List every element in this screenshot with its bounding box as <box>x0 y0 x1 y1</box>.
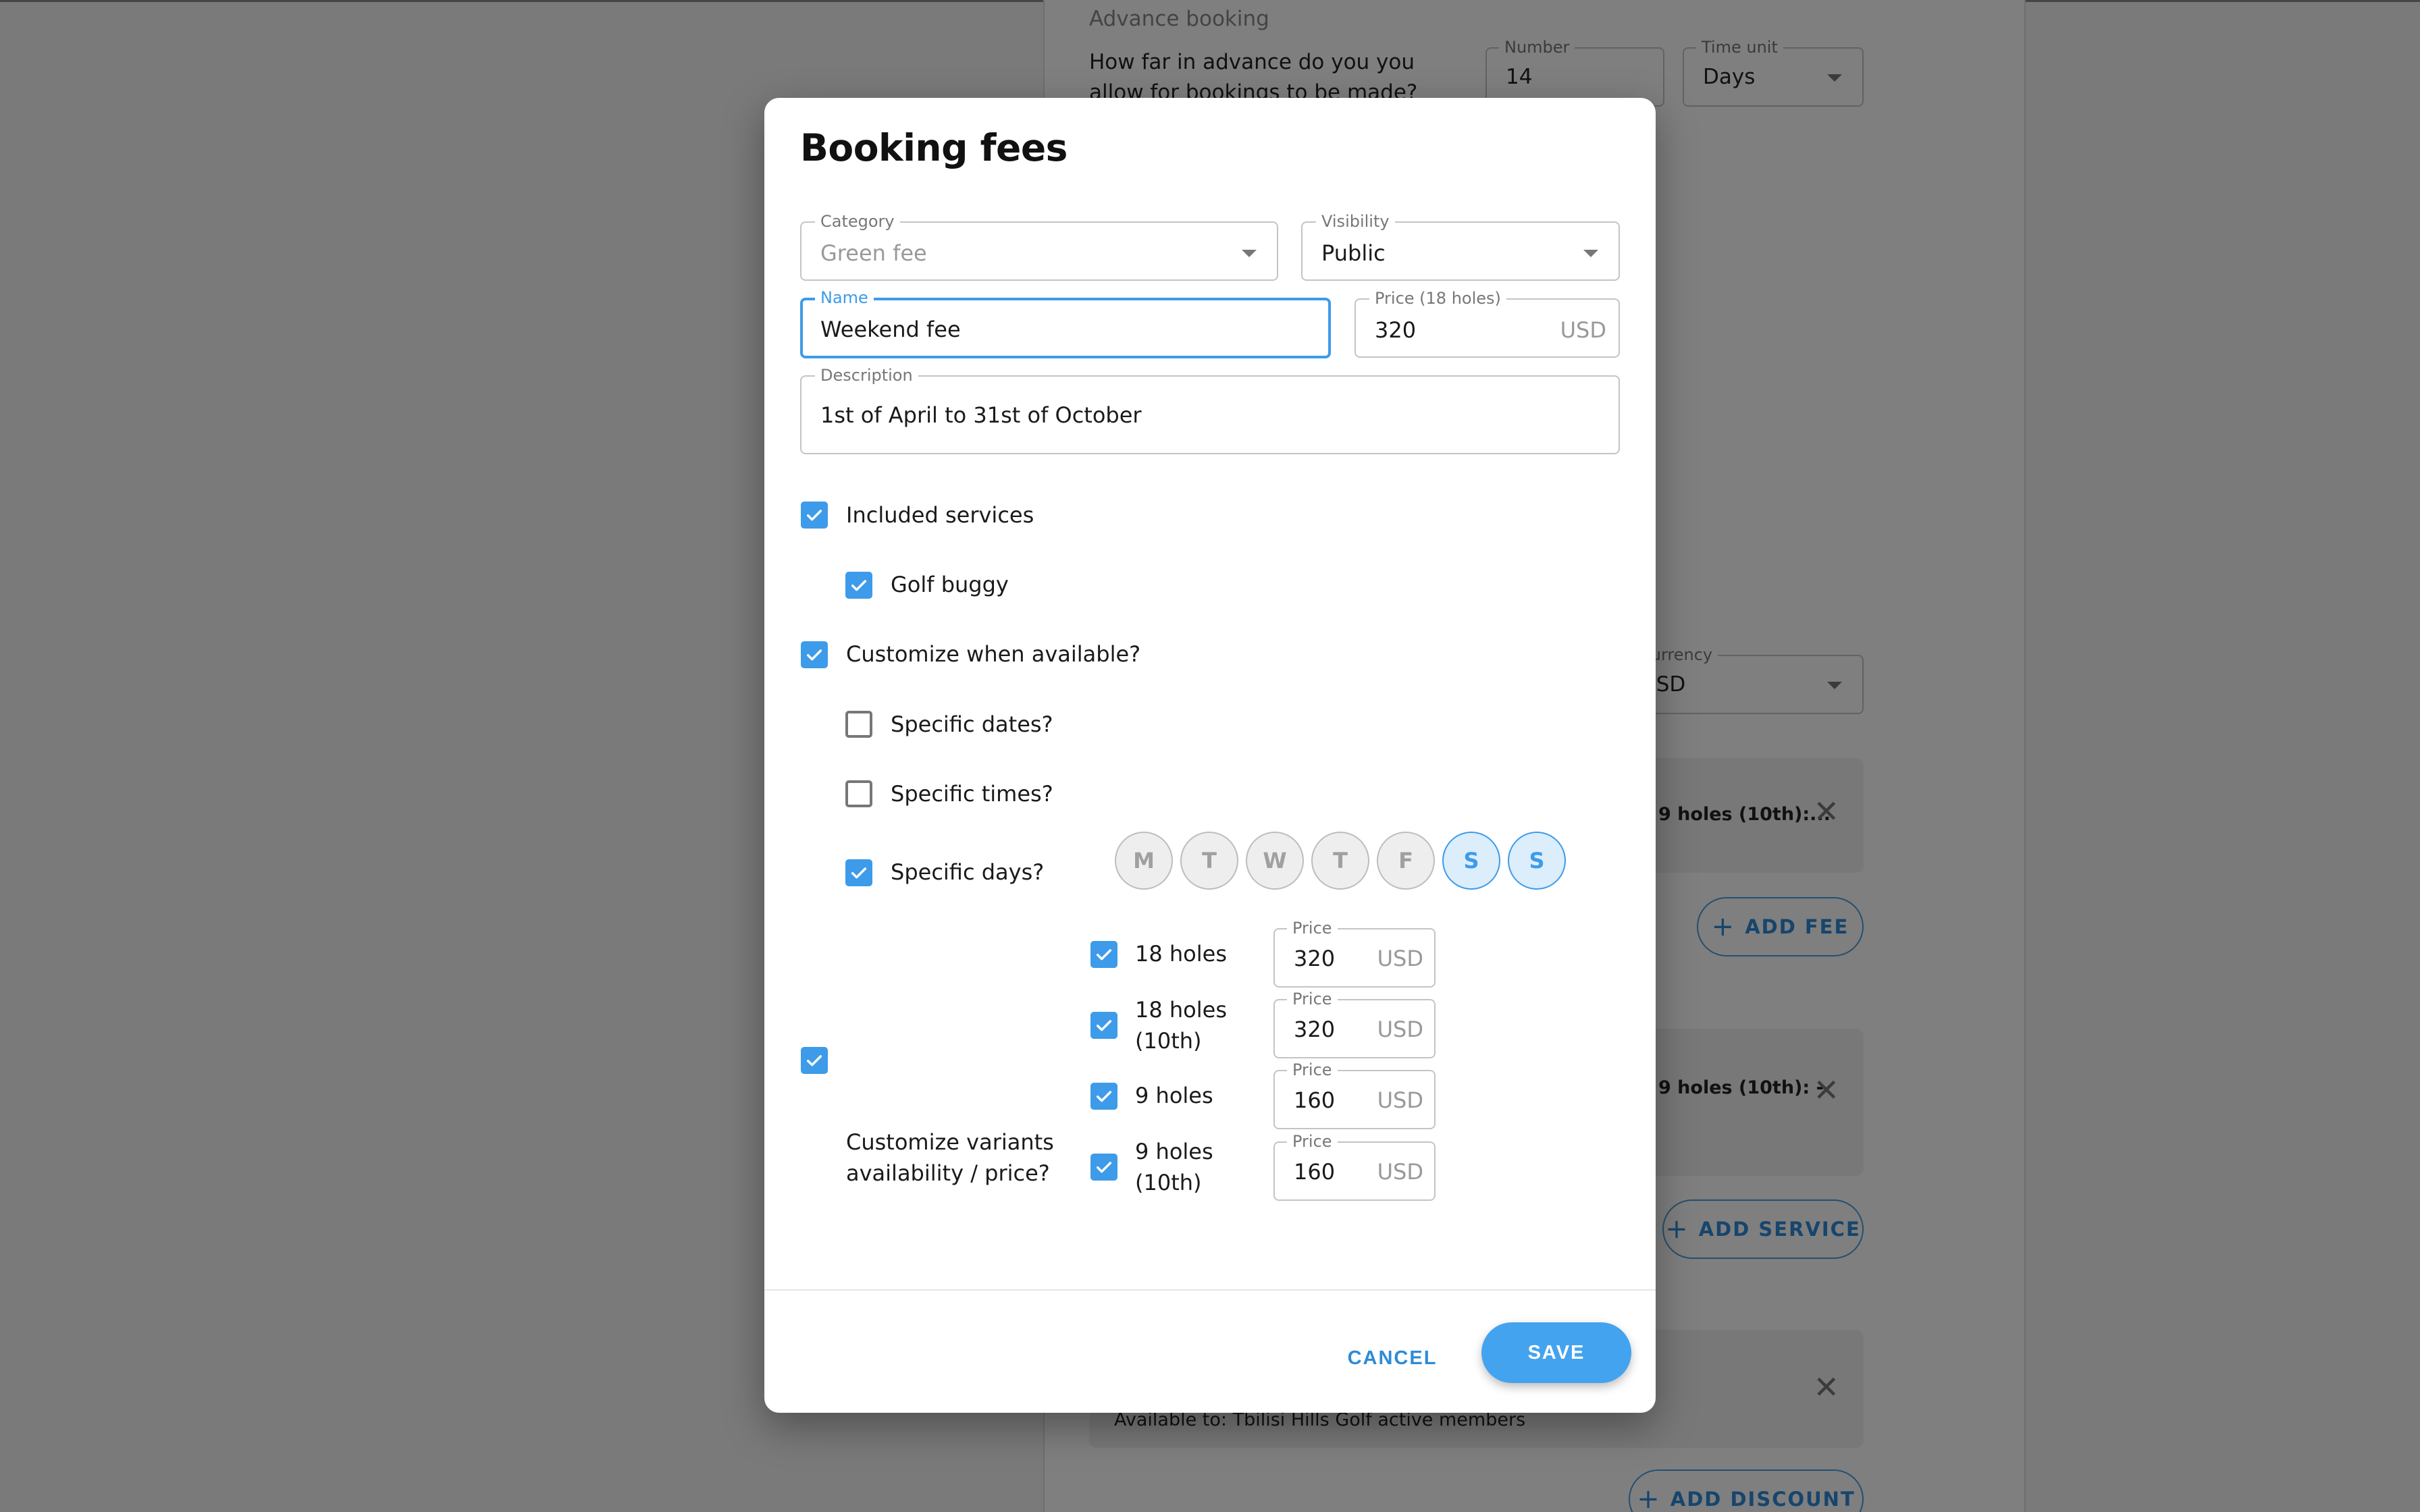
price-unit: USD <box>1560 317 1606 343</box>
variant-price-label: Price <box>1287 919 1338 938</box>
variant-price-value[interactable]: 160 <box>1294 1087 1335 1113</box>
price-label: Price (18 holes) <box>1369 289 1506 308</box>
check-icon <box>806 1055 822 1066</box>
variant-18-holes-10th-label-line1: 18 holes <box>1135 997 1227 1023</box>
customize-variants-checkbox[interactable] <box>801 1047 828 1074</box>
visibility-select[interactable]: Visibility Public <box>1301 212 1620 281</box>
variant-price-label: Price <box>1287 990 1338 1008</box>
variant-price-unit: USD <box>1377 1159 1423 1185</box>
day-toggle-tuesday[interactable]: T <box>1180 832 1238 890</box>
visibility-label: Visibility <box>1316 212 1395 231</box>
variant-price-unit: USD <box>1377 1017 1423 1042</box>
variant-price-unit: USD <box>1377 1087 1423 1113</box>
booking-fees-dialog: Booking fees Category Green fee Visibili… <box>764 98 1656 1413</box>
day-toggle-friday[interactable]: F <box>1377 832 1435 890</box>
check-icon <box>1096 1020 1112 1031</box>
variant-price-label: Price <box>1287 1060 1338 1079</box>
included-services-checkbox[interactable] <box>801 502 828 529</box>
name-value[interactable]: Weekend fee <box>820 317 961 342</box>
variant-price-value[interactable]: 160 <box>1294 1159 1335 1185</box>
description-label: Description <box>815 366 918 385</box>
chevron-down-icon <box>1583 250 1598 257</box>
variant-price-value[interactable]: 320 <box>1294 946 1335 971</box>
visibility-value: Public <box>1321 240 1386 266</box>
day-toggle-monday[interactable]: M <box>1115 832 1173 890</box>
variant-9-holes-checkbox[interactable] <box>1090 1083 1117 1110</box>
variant-9-holes-10th-label-line1: 9 holes <box>1135 1139 1213 1164</box>
day-toggle-thursday[interactable]: T <box>1311 832 1369 890</box>
name-input[interactable]: Name Weekend fee <box>800 288 1331 358</box>
variant-9-holes-price-input[interactable]: Price 160 USD <box>1273 1060 1436 1129</box>
variant-18-holes-label: 18 holes <box>1135 941 1227 967</box>
description-value[interactable]: 1st of April to 31st of October <box>820 402 1142 428</box>
check-icon <box>806 510 822 521</box>
variant-9-holes-10th-label-line2: (10th) <box>1135 1170 1202 1195</box>
variant-18-holes-10th-checkbox[interactable] <box>1090 1012 1117 1039</box>
variant-18-holes-checkbox[interactable] <box>1090 941 1117 968</box>
chevron-down-icon <box>1242 250 1257 257</box>
dialog-footer-divider <box>764 1289 1656 1291</box>
golf-buggy-label: Golf buggy <box>891 572 1009 597</box>
price-value[interactable]: 320 <box>1375 317 1416 343</box>
day-toggle-wednesday[interactable]: W <box>1246 832 1304 890</box>
variant-18-holes-10th-label-line2: (10th) <box>1135 1028 1202 1054</box>
specific-days-checkbox[interactable] <box>845 859 872 886</box>
check-icon <box>1096 949 1112 961</box>
golf-buggy-checkbox[interactable] <box>845 572 872 599</box>
variant-price-value[interactable]: 320 <box>1294 1017 1335 1042</box>
customize-variants-label-line1: Customize variants <box>846 1129 1054 1155</box>
customize-when-label: Customize when available? <box>846 641 1141 667</box>
specific-times-checkbox[interactable] <box>845 780 872 807</box>
variant-9-holes-10th-checkbox[interactable] <box>1090 1154 1117 1181</box>
name-label: Name <box>815 288 874 307</box>
included-services-label: Included services <box>846 502 1034 528</box>
day-toggle-sunday[interactable]: S <box>1508 832 1566 890</box>
cancel-button[interactable]: CANCEL <box>1338 1334 1446 1382</box>
specific-days-label: Specific days? <box>891 859 1045 885</box>
customize-when-checkbox[interactable] <box>801 641 828 668</box>
variant-price-label: Price <box>1287 1132 1338 1151</box>
specific-dates-label: Specific dates? <box>891 711 1053 737</box>
check-icon <box>1096 1162 1112 1173</box>
description-input[interactable]: Description 1st of April to 31st of Octo… <box>800 366 1620 454</box>
save-button[interactable]: SAVE <box>1481 1322 1631 1383</box>
variant-9-holes-label: 9 holes <box>1135 1083 1213 1108</box>
specific-times-label: Specific times? <box>891 781 1053 807</box>
variant-9-holes-10th-price-input[interactable]: Price 160 USD <box>1273 1132 1436 1201</box>
dialog-title: Booking fees <box>800 126 1068 169</box>
price-input[interactable]: Price (18 holes) 320 USD <box>1354 289 1620 358</box>
variant-18-holes-price-input[interactable]: Price 320 USD <box>1273 919 1436 988</box>
category-value: Green fee <box>820 240 927 266</box>
check-icon <box>851 580 867 591</box>
check-icon <box>1096 1091 1112 1102</box>
check-icon <box>806 649 822 661</box>
customize-variants-label-line2: availability / price? <box>846 1160 1050 1186</box>
category-select[interactable]: Category Green fee <box>800 212 1278 281</box>
specific-dates-checkbox[interactable] <box>845 711 872 738</box>
day-toggle-saturday[interactable]: S <box>1442 832 1500 890</box>
category-label: Category <box>815 212 900 231</box>
variant-18-holes-10th-price-input[interactable]: Price 320 USD <box>1273 990 1436 1058</box>
variant-price-unit: USD <box>1377 946 1423 971</box>
check-icon <box>851 867 867 879</box>
